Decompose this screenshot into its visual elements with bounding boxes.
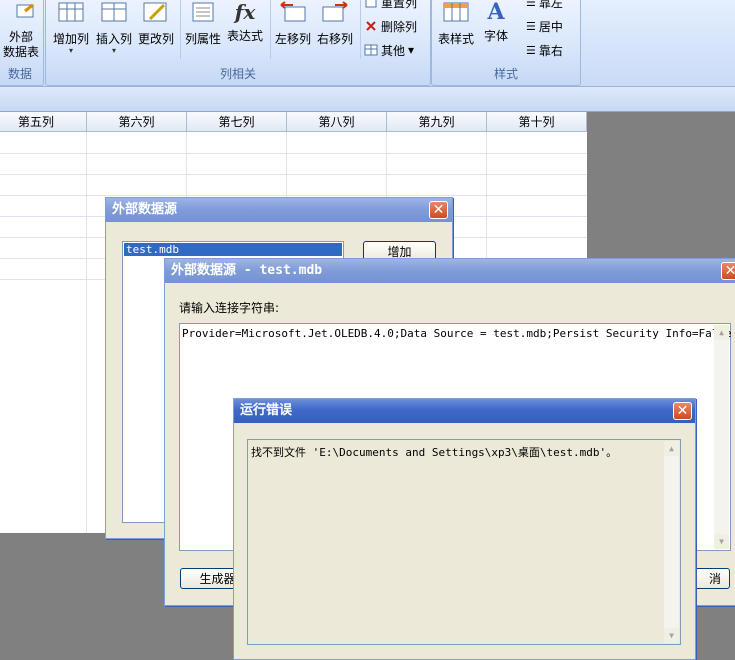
runtime-error-titlebar[interactable]: 运行错误 <box>234 399 695 423</box>
column-header[interactable]: 第七列 <box>187 112 287 132</box>
external-data-title: 外部数据源 <box>112 202 178 217</box>
insert-column-icon <box>101 2 127 22</box>
move-right-button[interactable]: 右移列 <box>314 1 356 47</box>
align-left-label: 靠左 <box>538 0 563 10</box>
column-header[interactable]: 第八列 <box>287 112 387 132</box>
vertical-scrollbar[interactable]: ▲ ▼ <box>714 325 729 549</box>
table-style-icon <box>443 2 469 22</box>
close-icon[interactable]: ✕ <box>721 262 735 280</box>
connection-string-text: Provider=Microsoft.Jet.OLEDB.4.0;Data So… <box>182 327 732 340</box>
external-data-button[interactable]: 外部 数据表 <box>1 1 41 60</box>
table-style-label: 表样式 <box>437 32 474 46</box>
grid-line <box>0 153 587 154</box>
delete-column-icon <box>366 21 376 31</box>
font-icon: A <box>487 0 505 25</box>
ribbon: 外部 数据表 数据 增加列 ▾ 插入列 ▾ 更改列 列属性 fx 表达式 左移列… <box>0 0 735 87</box>
grid-line <box>86 132 87 533</box>
vertical-scrollbar[interactable]: ▲ ▼ <box>664 441 679 643</box>
align-center-button[interactable]: ☰ 居中 <box>526 17 563 35</box>
scroll-down-icon[interactable]: ▼ <box>714 534 729 549</box>
group-label-style: 样式 <box>493 67 518 81</box>
error-message-box[interactable]: 找不到文件 'E:\Documents and Settings\xp3\桌面\… <box>247 439 681 645</box>
column-props-icon <box>192 2 214 22</box>
ribbon-bottom-strip <box>0 87 735 112</box>
grid-line <box>0 195 587 196</box>
move-left-button[interactable]: 左移列 <box>272 1 314 47</box>
list-item[interactable]: test.mdb <box>124 243 342 256</box>
font-button[interactable]: A 字体 <box>478 1 514 44</box>
column-header[interactable]: 第十列 <box>487 112 587 132</box>
insert-column-button[interactable]: 插入列 ▾ <box>93 1 135 55</box>
move-right-label: 右移列 <box>316 32 353 46</box>
table-grid-icon <box>364 44 378 56</box>
external-data-label: 外部 数据表 <box>2 30 39 59</box>
align-center-label: 居中 <box>538 19 563 34</box>
other-label: 其他 <box>381 43 406 58</box>
group-label-columns: 列相关 <box>219 67 256 81</box>
column-props-button[interactable]: 列属性 <box>182 1 224 47</box>
column-header[interactable]: 第五列 <box>0 112 87 132</box>
close-icon[interactable]: ✕ <box>429 201 448 219</box>
delete-column-button[interactable]: 删除列 <box>364 17 417 35</box>
connection-prompt: 请输入连接字符串: <box>179 301 280 315</box>
move-left-icon <box>280 1 306 22</box>
delete-column-label: 删除列 <box>381 19 418 34</box>
column-header[interactable]: 第六列 <box>87 112 187 132</box>
column-header[interactable]: 第九列 <box>387 112 487 132</box>
group-label-data: 数据 <box>7 67 32 81</box>
align-right-label: 靠右 <box>538 43 563 58</box>
add-column-icon <box>58 2 84 22</box>
scroll-up-icon[interactable]: ▲ <box>664 441 679 456</box>
scroll-up-icon[interactable]: ▲ <box>714 325 729 340</box>
expression-button[interactable]: fx 表达式 <box>224 1 266 44</box>
ribbon-separator <box>270 0 271 59</box>
add-column-label: 增加列 <box>52 32 89 46</box>
font-label: 字体 <box>483 29 508 43</box>
external-data-icon <box>16 3 34 18</box>
ribbon-group-style: 表样式 A 字体 ☰ 靠左 ☰ 居中 ☰ 靠右 样式 <box>431 0 581 86</box>
move-left-label: 左移列 <box>274 32 311 46</box>
runtime-error-dialog: 运行错误 ✕ 找不到文件 'E:\Documents and Settings\… <box>233 398 696 660</box>
other-button[interactable]: 其他 ▾ <box>364 41 414 59</box>
close-icon[interactable]: ✕ <box>673 402 692 420</box>
external-data-titlebar[interactable]: 外部数据源 <box>106 198 452 222</box>
ribbon-separator <box>360 0 361 59</box>
expression-label: 表达式 <box>226 29 263 43</box>
modify-column-button[interactable]: 更改列 <box>135 1 177 47</box>
align-right-button[interactable]: ☰ 靠右 <box>526 41 563 59</box>
scroll-down-icon[interactable]: ▼ <box>664 628 679 643</box>
edit-column-icon <box>143 2 167 22</box>
reset-column-button[interactable]: 重置列 <box>364 0 417 11</box>
connection-string-titlebar[interactable]: 外部数据源 - test.mdb <box>165 259 735 283</box>
insert-column-label: 插入列 <box>95 32 132 46</box>
reset-column-icon <box>365 0 377 8</box>
function-icon: fx <box>234 0 256 24</box>
other-dropdown-icon: ▾ <box>408 43 415 57</box>
align-left-button[interactable]: ☰ 靠左 <box>526 0 563 11</box>
move-right-icon <box>322 1 348 22</box>
connection-string-title: 外部数据源 - test.mdb <box>171 263 323 278</box>
add-column-dropdown-icon: ▾ <box>68 46 73 55</box>
error-message: 找不到文件 'E:\Documents and Settings\xp3\桌面\… <box>251 446 618 459</box>
runtime-error-title: 运行错误 <box>240 403 293 418</box>
insert-column-dropdown-icon: ▾ <box>111 46 116 55</box>
align-right-icon: ☰ <box>526 43 536 57</box>
align-left-icon: ☰ <box>526 0 536 9</box>
column-props-label: 列属性 <box>184 32 221 46</box>
reset-column-label: 重置列 <box>381 0 418 10</box>
align-center-icon: ☰ <box>526 19 536 33</box>
grid-line <box>0 174 587 175</box>
modify-column-label: 更改列 <box>137 32 174 46</box>
ribbon-separator <box>180 0 181 59</box>
table-style-button[interactable]: 表样式 <box>434 1 478 47</box>
add-column-button[interactable]: 增加列 ▾ <box>50 1 92 55</box>
ribbon-group-data: 外部 数据表 数据 <box>0 0 44 86</box>
ribbon-group-columns: 增加列 ▾ 插入列 ▾ 更改列 列属性 fx 表达式 左移列 右移列 重置列 删… <box>45 0 431 86</box>
